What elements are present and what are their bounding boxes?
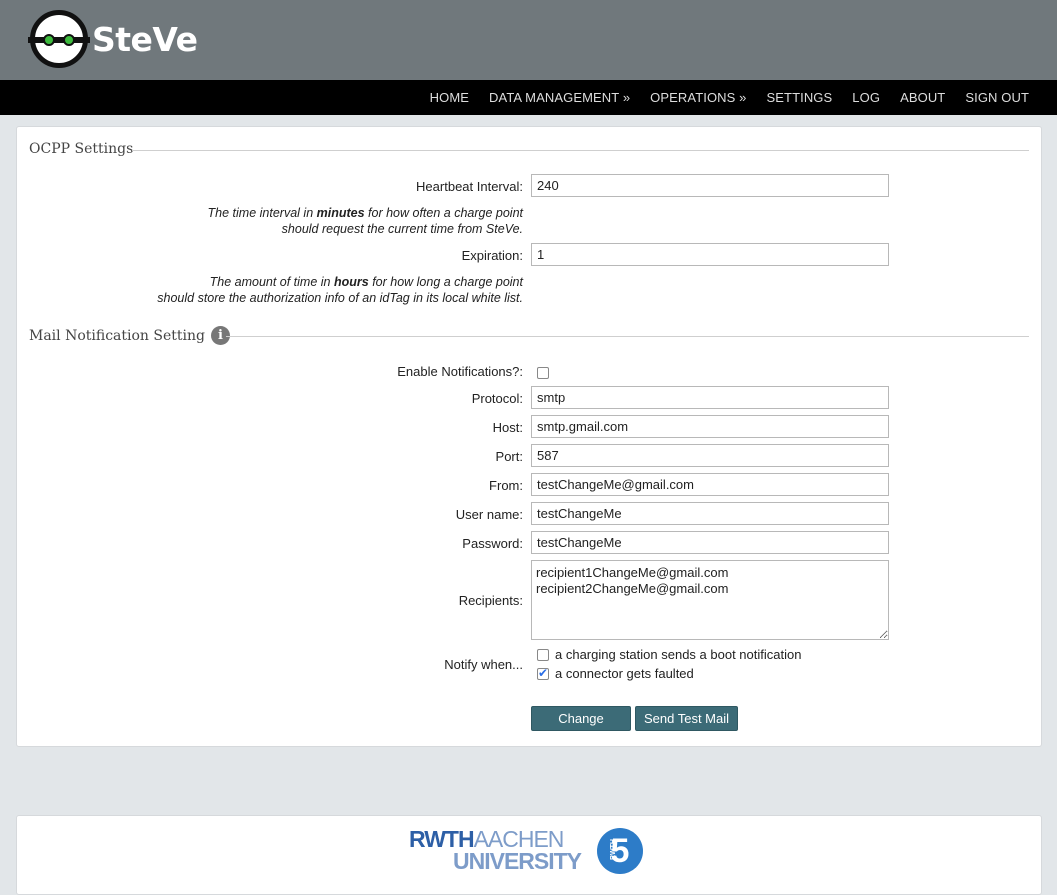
heartbeat-label: Heartbeat Interval: [416,179,523,194]
mail-settings-title: Mail Notification Setting i [29,326,230,345]
navbar: HOME DATA MANAGEMENT » OPERATIONS » SETT… [0,80,1057,115]
enable-notifications-label: Enable Notifications?: [397,364,523,379]
nav-home[interactable]: HOME [430,90,469,105]
mail-settings-title-text: Mail Notification Setting [29,327,205,344]
nav-sign-out[interactable]: SIGN OUT [965,90,1029,105]
port-input[interactable] [531,444,889,467]
change-button[interactable]: Change [531,706,631,731]
nav-menu: HOME DATA MANAGEMENT » OPERATIONS » SETT… [410,80,1029,115]
rwth-logo[interactable]: RWTHAACHEN UNIVERSITY [409,828,582,873]
port-label: Port: [495,449,523,464]
nav-data-management[interactable]: DATA MANAGEMENT » [489,90,630,105]
nav-log[interactable]: LOG [852,90,880,105]
host-label: Host: [492,420,523,435]
expiration-hint: The amount of time in hours for how long… [157,275,523,305]
notify-when-label: Notify when... [444,657,523,672]
password-input[interactable] [531,531,889,554]
notify-boot-label: a charging station sends a boot notifica… [555,647,802,662]
recipients-textarea[interactable]: recipient1ChangeMe@gmail.com recipient2C… [531,560,889,640]
notify-faulted-label: a connector gets faulted [555,666,694,681]
username-input[interactable] [531,502,889,525]
ocpp-settings-title: OCPP Settings [29,141,133,157]
brand-name: SteVe [92,19,198,59]
from-label: From: [489,478,523,493]
send-test-mail-button[interactable]: Send Test Mail [635,706,738,731]
notify-faulted-checkbox[interactable] [537,666,549,680]
expiration-label: Expiration: [461,248,523,263]
from-input[interactable] [531,473,889,496]
recipients-label: Recipients: [458,593,523,608]
ocpp-settings-title-text: OCPP Settings [29,141,134,157]
divider [132,150,1029,151]
username-label: User name: [455,507,523,522]
header: SteVe [0,0,1057,80]
protocol-input[interactable] [531,386,889,409]
robot-face-icon [28,10,90,68]
expiration-input[interactable] [531,243,889,266]
nav-operations[interactable]: OPERATIONS » [650,90,746,105]
divider [226,336,1029,337]
heartbeat-input[interactable] [531,174,889,197]
host-input[interactable] [531,415,889,438]
notify-boot-checkbox[interactable] [537,649,549,661]
footer: RWTHAACHEN UNIVERSITY RWTH 5 [16,815,1042,895]
protocol-label: Protocol: [471,391,523,406]
heartbeat-hint: The time interval in minutes for how oft… [207,206,523,236]
settings-card: OCPP Settings Heartbeat Interval: The ti… [16,126,1042,747]
password-label: Password: [462,536,523,551]
enable-notifications-checkbox[interactable] [537,367,549,379]
i5-logo[interactable]: RWTH 5 [597,828,643,874]
nav-settings[interactable]: SETTINGS [766,90,832,105]
nav-about[interactable]: ABOUT [900,90,945,105]
steve-logo[interactable]: SteVe [28,10,198,68]
